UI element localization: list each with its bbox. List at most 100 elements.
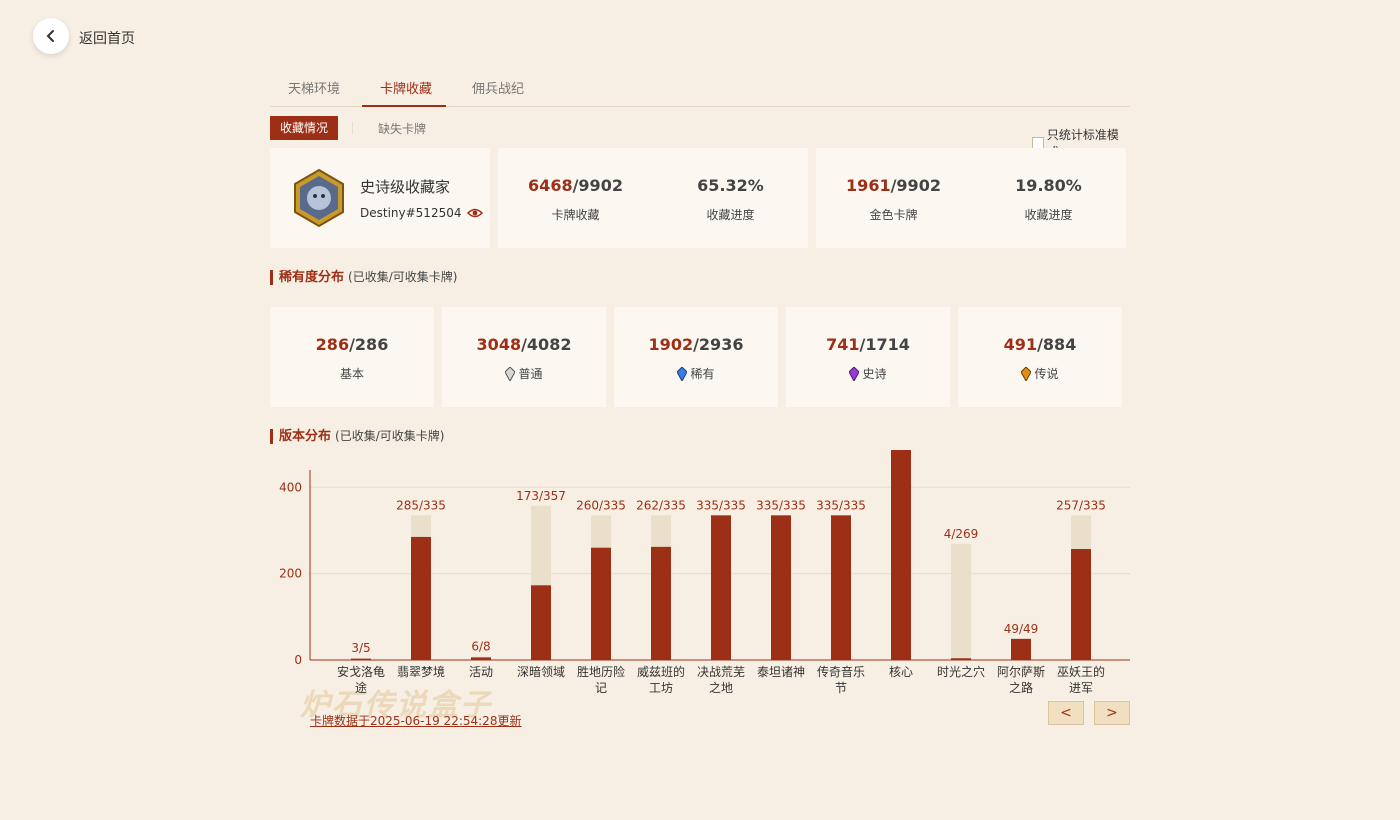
y-tick-label: 400 [279,480,302,494]
x-tick-label: 核心 [889,665,913,679]
x-tick-label: 深暗领域 [517,664,565,679]
rarity-count: 286/286 [315,335,389,354]
legendary-gem-icon [1021,366,1032,381]
tab-collection[interactable]: 卡牌收藏 [380,78,432,97]
rarity-label: 普通 [518,367,543,381]
data-label: 49/49 [1004,622,1039,636]
collection-progress-label: 收藏进度 [706,208,755,222]
x-tick-label: 之路 [1009,680,1033,695]
golden-count-label: 金色卡牌 [869,208,918,222]
x-tick-label: 途 [355,680,367,695]
collection-card: 6468/9902 卡牌收藏 65.32% 收藏进度 [498,148,808,248]
rarity-card-basic: 286/286 基本 [270,307,434,407]
subtab-separator [352,122,353,134]
x-tick-label: 翡翠梦境 [397,664,445,679]
common-gem-icon [505,366,516,381]
back-label[interactable]: 返回首页 [79,28,135,48]
data-label: 173/357 [516,489,566,503]
data-label: 6/8 [471,640,490,654]
bar-total [951,543,971,660]
x-tick-label: 传奇音乐 [817,664,865,679]
bar-owned [471,657,491,660]
tab-mercenaries[interactable]: 佣兵战纪 [472,78,524,97]
x-tick-label: 胜地历险 [577,664,625,679]
data-label: 335/335 [816,498,866,512]
epic-gem-icon [849,366,860,381]
golden-count: 1961/9902 [846,176,941,195]
rarity-card-epic: 741/1714 史诗 [786,307,950,407]
rarity-label: 基本 [339,367,364,381]
x-tick-label: 记 [595,681,607,695]
rarity-label: 史诗 [862,367,887,381]
bar-owned [531,585,551,660]
x-tick-label: 活动 [469,665,493,679]
rarity-card-legendary: 491/884 传说 [958,307,1122,407]
collection-count: 6468/9902 [528,176,623,195]
x-tick-label: 威兹班的 [637,664,685,679]
x-tick-label: 决战荒芜 [697,665,745,679]
data-label: 3/5 [351,641,370,655]
main-content: 天梯环境 卡牌收藏 佣兵战纪 收藏情况 缺失卡牌 只统计标准模式 史诗级收藏家 … [270,70,1130,728]
data-label: 335/335 [696,498,746,512]
x-tick-label: 巫妖王的 [1057,664,1105,679]
collection-count-label: 卡牌收藏 [551,208,600,222]
rare-gem-icon [677,366,688,381]
bar-owned [831,515,851,660]
bar-owned [771,515,791,660]
profile-title: 史诗级收藏家 [360,178,451,196]
next-page-button[interactable]: > [1094,701,1130,725]
data-label: 4/269 [944,527,979,541]
data-label: 335/335 [756,498,806,512]
subtab-collection-status[interactable]: 收藏情况 [270,116,339,140]
rarity-label: 稀有 [690,367,715,381]
profile-user: Destiny#512504 [360,206,462,220]
data-label: 257/335 [1056,498,1106,512]
prev-page-button[interactable]: < [1048,701,1084,725]
data-label: 285/335 [396,498,446,512]
data-label: 262/335 [636,498,686,512]
collection-progress: 65.32% [697,176,764,195]
tab-bar: 天梯环境 卡牌收藏 佣兵战纪 [270,70,1130,107]
data-label: 260/335 [576,498,626,512]
bar-owned [1011,638,1031,660]
x-tick-label: 进军 [1069,681,1093,695]
x-tick-label: 阿尔萨斯 [997,664,1045,679]
x-tick-label: 泰坦诸神 [757,665,805,679]
bar-owned [711,515,731,660]
back-button[interactable] [33,18,69,54]
bar-owned [1071,549,1091,660]
bar-owned [891,450,911,660]
y-tick-label: 200 [279,567,302,581]
subtab-missing-cards[interactable]: 缺失卡牌 [378,120,426,137]
bar-owned [651,546,671,660]
rarity-label: 传说 [1034,367,1059,381]
golden-progress: 19.80% [1015,176,1082,195]
rarity-count: 3048/4082 [476,335,572,354]
bar-owned [411,536,431,660]
bar-owned [351,658,371,660]
rarity-count: 491/884 [1003,335,1077,354]
bar-owned [951,658,971,660]
rarity-card-rare: 1902/2936 稀有 [614,307,778,407]
rarity-card-common: 3048/4082 普通 [442,307,606,407]
tab-ladder[interactable]: 天梯环境 [288,78,340,97]
profile-card: 史诗级收藏家 Destiny#512504 [270,148,490,248]
version-bar-chart: 0 200 400 3/5 安戈洛龟途 285/335 翡翠梦境 6/8 活动 173/357 深暗… [279,450,1130,695]
rarity-count: 741/1714 [826,335,910,354]
x-tick-label: 时光之穴 [937,664,985,679]
x-tick-label: 安戈洛龟 [337,664,385,679]
update-note[interactable]: 卡牌数据于2025-06-19 22:54:28更新 [310,712,521,729]
bar-owned [591,547,611,660]
x-tick-label: 工坊 [649,680,673,695]
golden-progress-label: 收藏进度 [1024,208,1073,222]
version-section-title: 版本分布 (已收集/可收集卡牌) [270,429,444,444]
golden-card: 1961/9902 金色卡牌 19.80% 收藏进度 [816,148,1126,248]
chevron-left-icon [46,30,54,42]
rarity-count: 1902/2936 [648,335,744,354]
eye-icon[interactable] [467,207,484,219]
y-tick-label: 0 [294,653,302,667]
rarity-section-title: 稀有度分布 (已收集/可收集卡牌) [270,270,457,285]
active-tab-indicator [362,105,446,107]
x-tick-label: 之地 [709,681,733,695]
collector-badge-icon [294,168,344,228]
